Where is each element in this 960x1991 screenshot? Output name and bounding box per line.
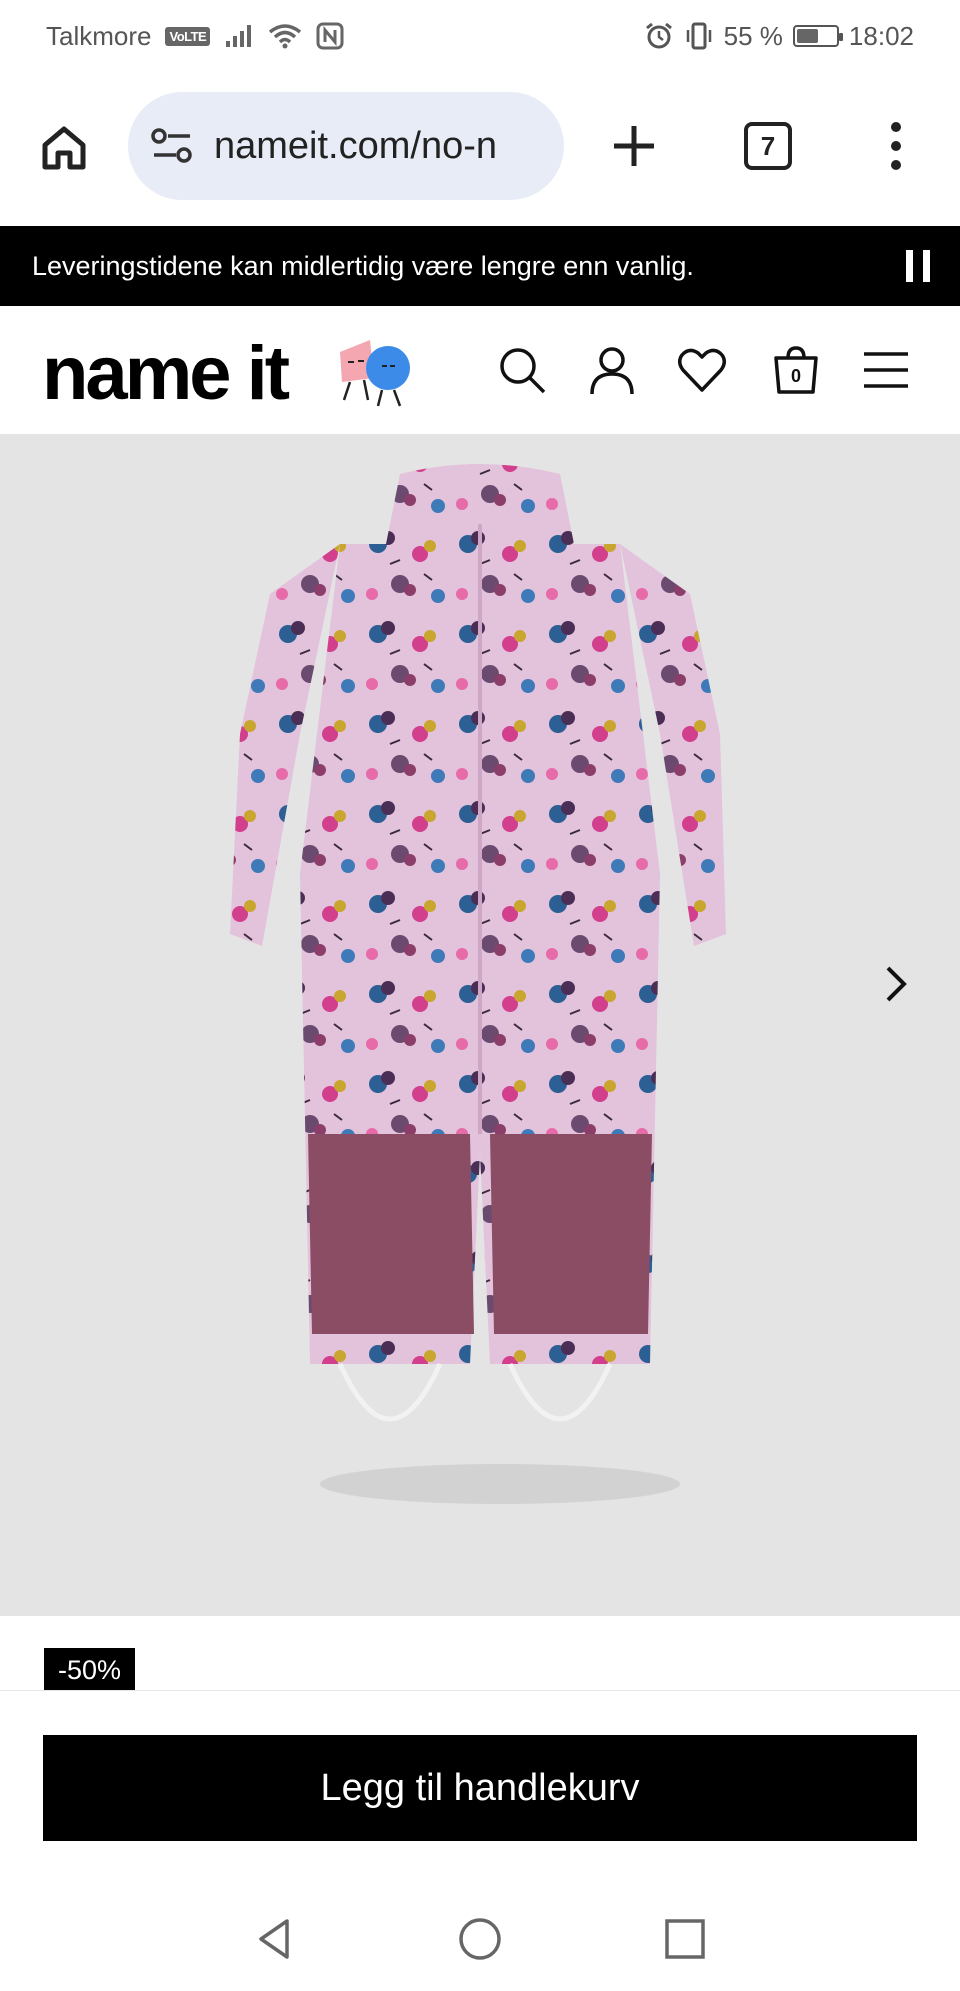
browser-home-button[interactable]: [36, 120, 92, 176]
announcement-text: Leveringstidene kan midlertidig være len…: [32, 250, 694, 281]
announcement-pause-button[interactable]: [906, 250, 930, 282]
shopping-bag-button[interactable]: 0: [768, 342, 824, 398]
status-right: 55 % 18:02: [644, 21, 914, 52]
back-button[interactable]: [250, 1914, 300, 1964]
tab-switcher-button[interactable]: 7: [744, 122, 792, 170]
announcement-bar: Leveringstidene kan midlertidig være len…: [0, 226, 960, 306]
menu-button[interactable]: [858, 342, 914, 398]
site-settings-icon[interactable]: [150, 126, 194, 166]
url-text: nameit.com/no-n: [214, 124, 498, 167]
account-icon: [590, 347, 634, 395]
product-photo-snowsuit: [230, 464, 726, 1504]
signal-icon: [226, 25, 252, 47]
carrier-name: Talkmore: [46, 20, 152, 51]
home-circle-icon: [459, 1918, 501, 1960]
android-navigation-bar: [0, 1870, 960, 1991]
back-triangle-icon: [259, 1919, 289, 1959]
vibrate-icon: [686, 22, 711, 50]
discount-badge: -50%: [44, 1648, 136, 1692]
clock: 18:02: [848, 20, 914, 51]
product-image-carousel[interactable]: [0, 434, 960, 1616]
menu-dot: [891, 141, 901, 151]
next-image-button[interactable]: [876, 954, 916, 1014]
pause-icon-bar: [906, 250, 913, 282]
home-button[interactable]: [455, 1914, 505, 1964]
battery-fill: [796, 29, 818, 43]
status-left: Talkmore VoLTE: [46, 21, 344, 52]
add-to-cart-button[interactable]: Legg til handlekurv: [43, 1735, 917, 1841]
battery-percent: 55 %: [723, 20, 783, 51]
recents-square-icon: [665, 1919, 705, 1959]
search-button[interactable]: [494, 342, 550, 398]
wishlist-heart-icon: [678, 348, 726, 392]
status-bar: Talkmore VoLTE 55 % 18:02: [0, 0, 960, 72]
new-tab-button[interactable]: [606, 118, 662, 174]
alarm-icon: [645, 22, 672, 49]
home-icon: [42, 126, 86, 170]
menu-dot: [891, 160, 901, 170]
wishlist-button[interactable]: [674, 342, 730, 398]
browser-toolbar: nameit.com/no-n 7: [0, 72, 960, 222]
volte-badge: VoLTE: [165, 26, 211, 46]
recents-button[interactable]: [660, 1914, 710, 1964]
plus-icon: [614, 126, 654, 166]
sticky-cart-bar: Legg til handlekurv: [0, 1690, 960, 1870]
site-header: name it 0: [0, 306, 960, 434]
name-it-logo[interactable]: name it: [42, 336, 290, 412]
chevron-right-icon: [886, 966, 907, 1002]
menu-dot: [891, 122, 901, 132]
battery-icon: [792, 25, 843, 47]
address-bar[interactable]: nameit.com/no-n: [128, 92, 564, 200]
search-icon: [500, 348, 546, 394]
nfc-icon: [316, 22, 344, 50]
browser-menu-button[interactable]: [878, 118, 914, 174]
pause-icon-bar: [923, 250, 930, 282]
wifi-icon: [269, 24, 302, 49]
hamburger-menu-icon: [864, 352, 908, 388]
bag-count: 0: [790, 366, 801, 386]
logo-mascot-icon: [340, 340, 410, 407]
account-button[interactable]: [584, 342, 640, 398]
